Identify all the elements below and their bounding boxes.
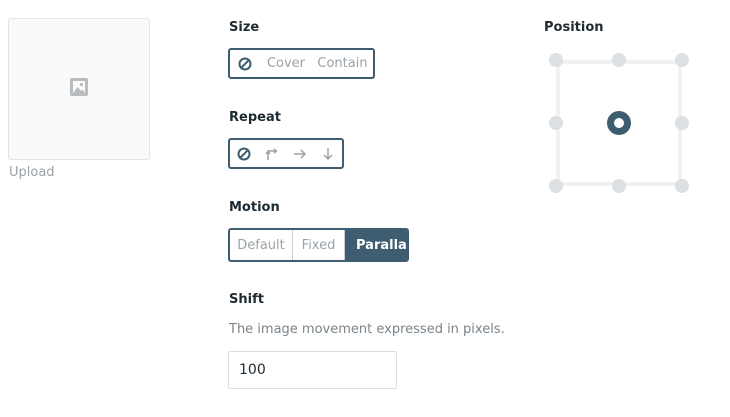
motion-fixed-button[interactable]: Fixed <box>293 230 345 260</box>
position-bottom-left[interactable] <box>549 179 563 193</box>
image-icon <box>69 77 89 101</box>
size-title: Size <box>229 20 260 35</box>
none-icon <box>237 147 251 161</box>
motion-default-button[interactable]: Default <box>230 230 293 260</box>
repeat-title: Repeat <box>229 110 281 125</box>
none-icon <box>238 57 252 71</box>
repeat-none-button[interactable] <box>230 140 258 167</box>
motion-segmented-control: Default Fixed Parallax <box>228 228 409 262</box>
position-top-right[interactable] <box>675 53 689 67</box>
shift-description: The image movement expressed in pixels. <box>229 322 505 337</box>
shift-title: Shift <box>229 292 264 307</box>
position-center-left[interactable] <box>549 116 563 130</box>
repeat-both-button[interactable] <box>258 140 286 167</box>
upload-link[interactable]: Upload <box>9 165 55 180</box>
position-bottom-center[interactable] <box>612 179 626 193</box>
size-segmented-control: Cover Contain <box>228 48 375 79</box>
motion-parallax-button[interactable]: Parallax <box>345 230 407 260</box>
shift-input[interactable] <box>228 351 397 389</box>
position-center-right[interactable] <box>675 116 689 130</box>
upload-dropzone[interactable] <box>8 18 150 160</box>
size-none-button[interactable] <box>230 50 260 77</box>
position-top-left[interactable] <box>549 53 563 67</box>
size-cover-button[interactable]: Cover <box>260 50 312 77</box>
position-center-center[interactable] <box>607 111 631 135</box>
motion-title: Motion <box>229 200 280 215</box>
arrow-down-icon <box>321 147 335 161</box>
repeat-both-icon <box>265 147 279 161</box>
position-bottom-right[interactable] <box>675 179 689 193</box>
position-top-center[interactable] <box>612 53 626 67</box>
repeat-y-button[interactable] <box>314 140 342 167</box>
repeat-segmented-control <box>228 138 344 169</box>
size-contain-button[interactable]: Contain <box>312 50 373 77</box>
repeat-x-button[interactable] <box>286 140 314 167</box>
position-grid <box>548 52 690 194</box>
arrow-right-icon <box>293 147 307 161</box>
position-title: Position <box>544 20 604 35</box>
